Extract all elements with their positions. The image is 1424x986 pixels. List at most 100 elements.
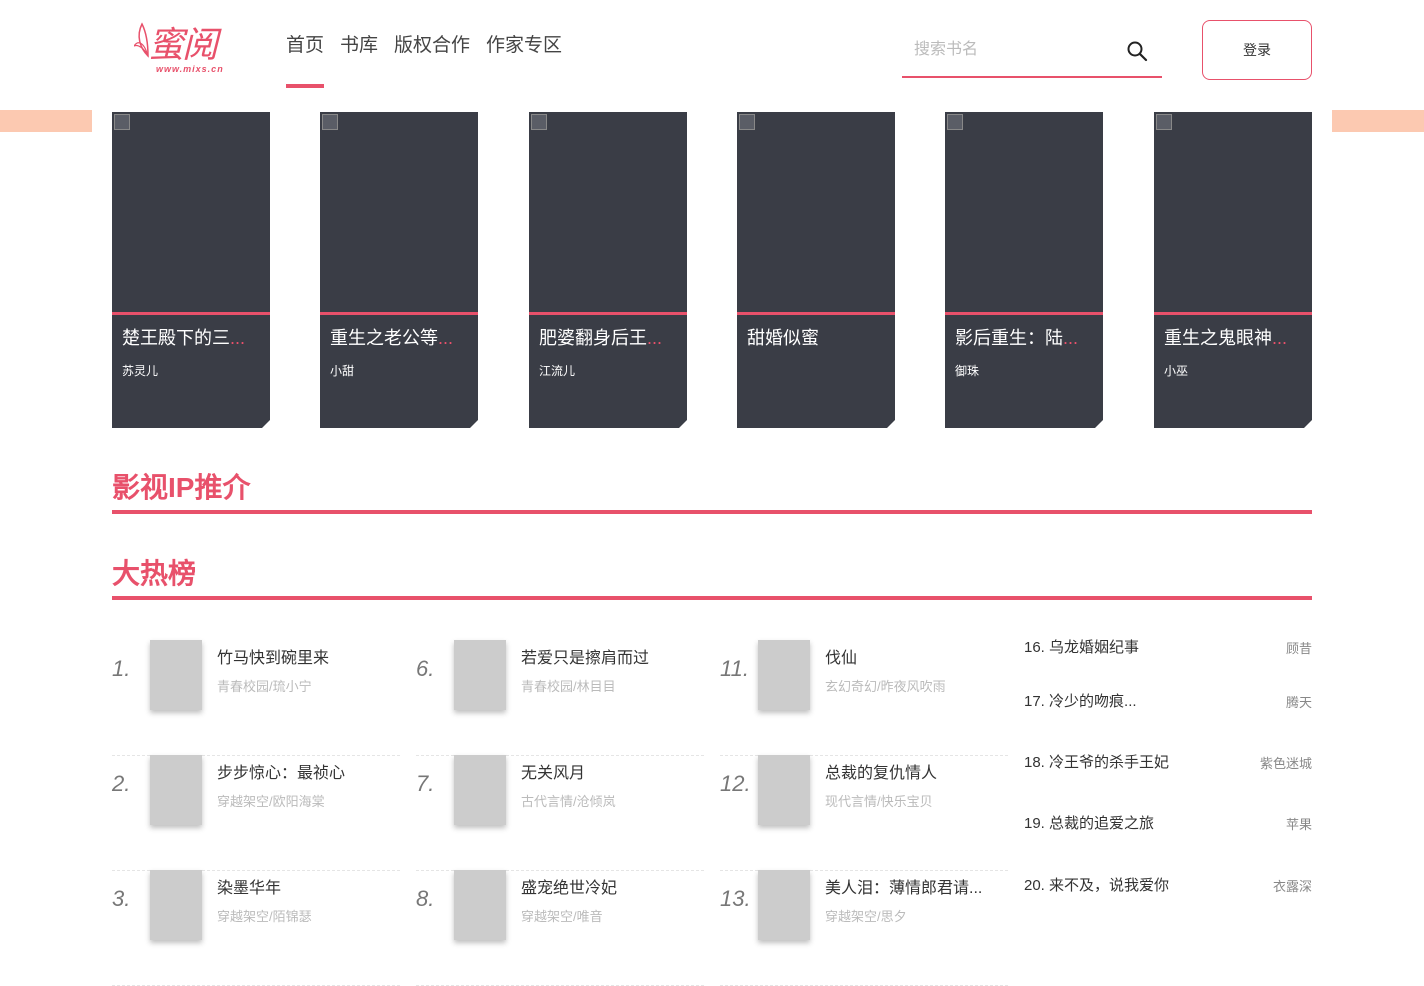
broken-image-icon [531, 114, 547, 130]
search-icon[interactable] [1126, 40, 1148, 62]
nav-item-authors[interactable]: 作家专区 [486, 30, 562, 88]
login-button[interactable]: 登录 [1202, 20, 1312, 80]
book-title: 盛宠绝世冷妃 [521, 880, 618, 897]
book-title: 若爱只是擦肩而过 [521, 650, 650, 667]
rank-list-item[interactable]: 17. 冷少的吻痕... 腾天 [1024, 690, 1312, 714]
nav-item-library[interactable]: 书库 [340, 30, 378, 88]
carousel-prev-bar[interactable] [0, 110, 92, 132]
divider [112, 312, 270, 315]
rank-author: 苹果 [1285, 817, 1312, 832]
book-author: 小巫 [1164, 364, 1189, 378]
search-box [902, 30, 1162, 78]
hot-list-item[interactable]: 8. 盛宠绝世冷妃 穿越架空/唯音 [416, 870, 704, 986]
book-title: 甜婚似蜜 [747, 328, 819, 348]
rank-number: 6. [416, 656, 435, 681]
book-cover [112, 112, 270, 312]
rank-title: 17. 冷少的吻痕... [1024, 693, 1137, 710]
book-meta: 青春校园/林目目 [521, 679, 616, 694]
rank-title: 18. 冷王爷的杀手王妃 [1024, 754, 1170, 771]
search-input[interactable] [912, 36, 1116, 64]
rank-title: 19. 总裁的追爱之旅 [1024, 815, 1155, 832]
book-cover [758, 755, 810, 825]
book-title: 步步惊心：最祯心 [217, 765, 346, 782]
book-cover [1154, 112, 1312, 312]
rank-author: 衣露深 [1272, 879, 1312, 894]
book-cover [529, 112, 687, 312]
book-author: 小甜 [330, 364, 355, 378]
ellipsis: ... [230, 328, 246, 348]
book-title: 竹马快到碗里来 [217, 650, 330, 667]
book-title: 无关风月 [521, 765, 586, 782]
book-card[interactable]: 肥婆翻身后王... 江流儿 [529, 112, 687, 428]
book-meta: 穿越架空/唯音 [521, 909, 603, 924]
main-nav: 首页 书库 版权合作 作家专区 [286, 30, 562, 88]
section-title-ip: 影视IP推介 [112, 472, 251, 503]
book-title: 肥婆翻身后王... [539, 328, 663, 348]
hot-list-item[interactable]: 1. 竹马快到碗里来 青春校园/琉小宁 [112, 640, 400, 756]
book-cover [454, 640, 506, 710]
header: 蜜阅 www.mixs.cn 首页 书库 版权合作 作家专区 登录 [0, 0, 1424, 100]
book-title: 重生之鬼眼神... [1164, 328, 1288, 348]
book-meta: 穿越架空/思夕 [825, 909, 907, 924]
book-card[interactable]: 影后重生：陆... 御珠 [945, 112, 1103, 428]
rank-number: 2. [112, 771, 131, 796]
rank-number: 7. [416, 771, 435, 796]
book-author: 苏灵儿 [122, 364, 159, 378]
rank-title: 16. 乌龙婚姻纪事 [1024, 639, 1140, 656]
nav-item-copyright[interactable]: 版权合作 [394, 30, 470, 88]
book-cover [945, 112, 1103, 312]
book-author: 御珠 [955, 364, 980, 378]
rank-number: 1. [112, 656, 131, 681]
book-title: 影后重生：陆... [955, 328, 1079, 348]
rank-number: 13. [720, 886, 751, 911]
rank-list-item[interactable]: 20. 来不及，说我爱你 衣露深 [1024, 874, 1312, 898]
broken-image-icon [1156, 114, 1172, 130]
ellipsis: ... [1272, 328, 1288, 348]
book-cover [758, 870, 810, 940]
book-card[interactable]: 楚王殿下的三... 苏灵儿 [112, 112, 270, 428]
book-cover [150, 870, 202, 940]
hot-list-item[interactable]: 13. 美人泪：薄情郎君请... 穿越架空/思夕 [720, 870, 1008, 986]
hot-list-item[interactable]: 7. 无关风月 古代言情/沧倾岚 [416, 755, 704, 871]
book-card[interactable]: 重生之老公等... 小甜 [320, 112, 478, 428]
hot-list-item[interactable]: 2. 步步惊心：最祯心 穿越架空/欧阳海棠 [112, 755, 400, 871]
book-title: 楚王殿下的三... [122, 328, 246, 348]
rank-title: 20. 来不及，说我爱你 [1024, 877, 1170, 894]
ellipsis: ... [438, 328, 454, 348]
rank-number: 11. [720, 656, 749, 681]
divider [737, 312, 895, 315]
book-cover [150, 640, 202, 710]
book-card[interactable]: 甜婚似蜜 [737, 112, 895, 428]
book-cover [150, 755, 202, 825]
book-cover [454, 870, 506, 940]
section-title-hot: 大热榜 [112, 558, 197, 589]
book-card[interactable]: 重生之鬼眼神... 小巫 [1154, 112, 1312, 428]
book-title: 重生之老公等... [330, 328, 454, 348]
hot-list-item[interactable]: 11. 伐仙 玄幻奇幻/昨夜风吹雨 [720, 640, 1008, 756]
broken-image-icon [322, 114, 338, 130]
book-meta: 穿越架空/陌锦瑟 [217, 909, 312, 924]
rank-list-item[interactable]: 19. 总裁的追爱之旅 苹果 [1024, 812, 1312, 836]
broken-image-icon [114, 114, 130, 130]
book-cover [454, 755, 506, 825]
rank-author: 紫色迷城 [1259, 756, 1312, 771]
divider [529, 312, 687, 315]
book-title: 美人泪：薄情郎君请... [825, 880, 983, 897]
book-title: 染墨华年 [217, 880, 282, 897]
book-cover [737, 112, 895, 312]
divider [1154, 312, 1312, 315]
book-meta: 古代言情/沧倾岚 [521, 794, 616, 809]
book-title: 总裁的复仇情人 [825, 765, 938, 782]
broken-image-icon [739, 114, 755, 130]
hot-list-item[interactable]: 12. 总裁的复仇情人 现代言情/快乐宝贝 [720, 755, 1008, 871]
book-meta: 现代言情/快乐宝贝 [825, 794, 933, 809]
rank-list-item[interactable]: 16. 乌龙婚姻纪事 顾昔 [1024, 636, 1312, 660]
site-logo[interactable]: 蜜阅 www.mixs.cn [128, 16, 258, 76]
hot-list-item[interactable]: 3. 染墨华年 穿越架空/陌锦瑟 [112, 870, 400, 986]
section-divider [112, 596, 1312, 600]
carousel-next-bar[interactable] [1332, 110, 1424, 132]
hot-list-item[interactable]: 6. 若爱只是擦肩而过 青春校园/林目目 [416, 640, 704, 756]
nav-item-home[interactable]: 首页 [286, 30, 325, 88]
rank-author: 腾天 [1285, 695, 1312, 710]
rank-list-item[interactable]: 18. 冷王爷的杀手王妃 紫色迷城 [1024, 751, 1312, 775]
